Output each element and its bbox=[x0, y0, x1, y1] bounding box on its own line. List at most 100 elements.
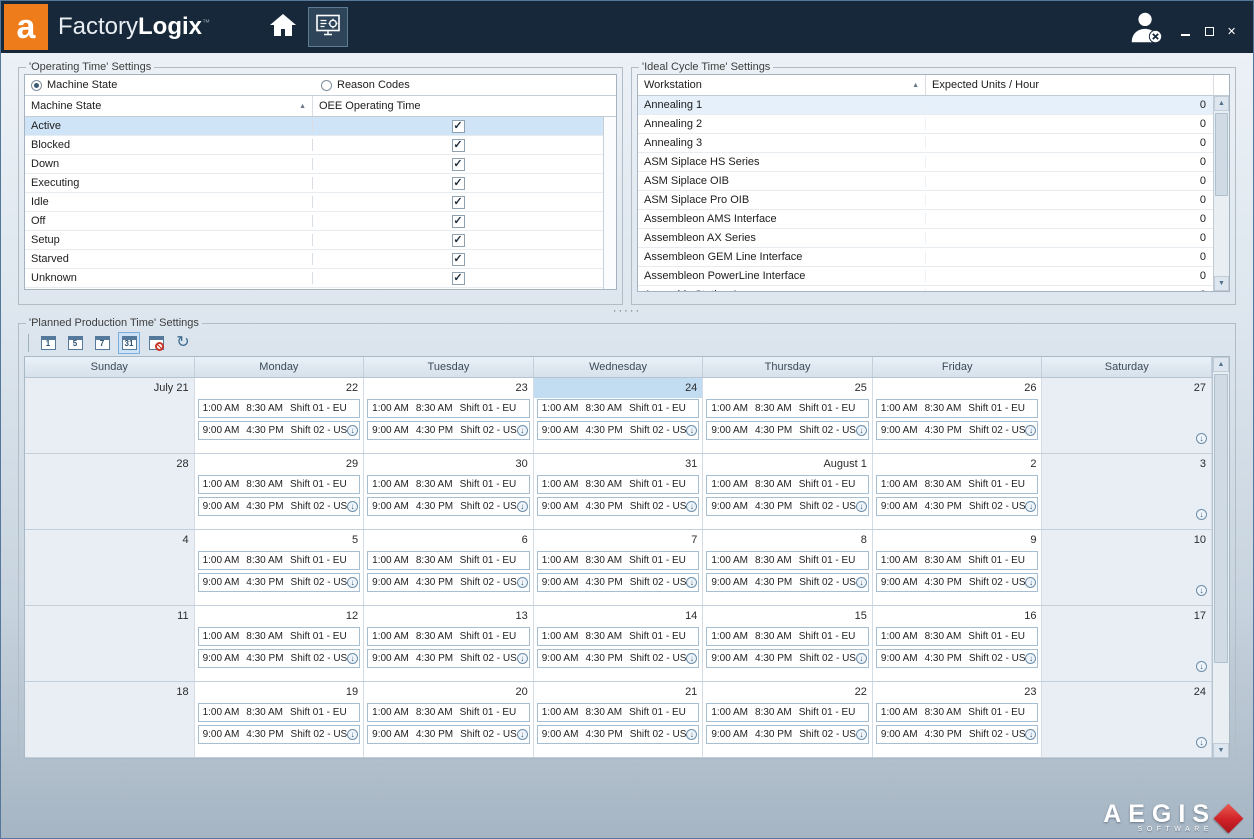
calendar-day-cell[interactable]: 221:00 AM8:30 AMShift 01 - EU9:00 AM4:30… bbox=[703, 682, 873, 757]
shift-more-icon[interactable]: ↓ bbox=[517, 729, 528, 740]
shift-entry-1[interactable]: 1:00 AM8:30 AMShift 01 - EU bbox=[537, 475, 700, 494]
oee-checkbox[interactable]: ✓ bbox=[452, 234, 465, 247]
shift-entry-2[interactable]: 9:00 AM4:30 PMShift 02 - US↓ bbox=[706, 497, 869, 516]
calendar-day-cell[interactable]: 231:00 AM8:30 AMShift 01 - EU9:00 AM4:30… bbox=[873, 682, 1043, 757]
workstation-row[interactable]: Annealing 20 bbox=[638, 115, 1213, 134]
calendar-day-cell[interactable]: 241:00 AM8:30 AMShift 01 - EU9:00 AM4:30… bbox=[534, 378, 704, 453]
calendar-day-cell[interactable]: August 11:00 AM8:30 AMShift 01 - EU9:00 … bbox=[703, 454, 873, 529]
shift-entry-1[interactable]: 1:00 AM8:30 AMShift 01 - EU bbox=[198, 475, 361, 494]
minimize-icon[interactable] bbox=[1179, 25, 1193, 39]
shift-entry-2[interactable]: 9:00 AM4:30 PMShift 02 - US↓ bbox=[537, 421, 700, 440]
day-of-week-header[interactable]: Tuesday bbox=[364, 357, 534, 377]
shift-entry-2[interactable]: 9:00 AM4:30 PMShift 02 - US↓ bbox=[876, 573, 1039, 592]
shift-entry-1[interactable]: 1:00 AM8:30 AMShift 01 - EU bbox=[876, 475, 1039, 494]
shift-entry-2[interactable]: 9:00 AM4:30 PMShift 02 - US↓ bbox=[876, 421, 1039, 440]
expected-units-column-header[interactable]: Expected Units / Hour bbox=[926, 75, 1213, 95]
calendar-day-cell[interactable]: 291:00 AM8:30 AMShift 01 - EU9:00 AM4:30… bbox=[195, 454, 365, 529]
workstation-row[interactable]: Assembly Station 10 bbox=[638, 286, 1213, 291]
more-shifts-icon[interactable]: ↓ bbox=[1196, 433, 1207, 444]
oee-checkbox[interactable]: ✓ bbox=[452, 253, 465, 266]
oee-checkbox[interactable]: ✓ bbox=[452, 177, 465, 190]
shift-more-icon[interactable]: ↓ bbox=[347, 425, 358, 436]
calendar-day-cell[interactable]: 4 bbox=[25, 530, 195, 605]
shift-entry-1[interactable]: 1:00 AM8:30 AMShift 01 - EU bbox=[367, 703, 530, 722]
shift-more-icon[interactable]: ↓ bbox=[686, 577, 697, 588]
shift-entry-2[interactable]: 9:00 AM4:30 PMShift 02 - US↓ bbox=[537, 497, 700, 516]
calendar-day-cell[interactable]: 131:00 AM8:30 AMShift 01 - EU9:00 AM4:30… bbox=[364, 606, 534, 681]
shift-more-icon[interactable]: ↓ bbox=[1025, 425, 1036, 436]
shift-entry-1[interactable]: 1:00 AM8:30 AMShift 01 - EU bbox=[198, 627, 361, 646]
shift-entry-2[interactable]: 9:00 AM4:30 PMShift 02 - US↓ bbox=[706, 421, 869, 440]
machine-state-row[interactable]: Idle✓ bbox=[25, 193, 603, 212]
day-of-week-header[interactable]: Sunday bbox=[25, 357, 195, 377]
shift-entry-1[interactable]: 1:00 AM8:30 AMShift 01 - EU bbox=[706, 475, 869, 494]
shift-entry-2[interactable]: 9:00 AM4:30 PMShift 02 - US↓ bbox=[367, 649, 530, 668]
shift-more-icon[interactable]: ↓ bbox=[517, 577, 528, 588]
scroll-up-icon[interactable]: ▲ bbox=[1213, 357, 1229, 372]
reason-codes-radio[interactable]: Reason Codes bbox=[321, 79, 410, 91]
shift-more-icon[interactable]: ↓ bbox=[856, 501, 867, 512]
shift-entry-1[interactable]: 1:00 AM8:30 AMShift 01 - EU bbox=[706, 399, 869, 418]
recurrence-button[interactable]: ↻ bbox=[172, 332, 194, 354]
shift-entry-1[interactable]: 1:00 AM8:30 AMShift 01 - EU bbox=[876, 399, 1039, 418]
shift-entry-1[interactable]: 1:00 AM8:30 AMShift 01 - EU bbox=[537, 399, 700, 418]
machine-state-row[interactable]: Unknown✓ bbox=[25, 269, 603, 288]
shift-entry-1[interactable]: 1:00 AM8:30 AMShift 01 - EU bbox=[367, 551, 530, 570]
shift-entry-1[interactable]: 1:00 AM8:30 AMShift 01 - EU bbox=[367, 475, 530, 494]
calendar-day-cell[interactable]: 201:00 AM8:30 AMShift 01 - EU9:00 AM4:30… bbox=[364, 682, 534, 757]
shift-more-icon[interactable]: ↓ bbox=[686, 653, 697, 664]
shift-more-icon[interactable]: ↓ bbox=[517, 501, 528, 512]
week-view-button[interactable]: 7 bbox=[91, 332, 113, 354]
machine-state-row[interactable]: Down✓ bbox=[25, 155, 603, 174]
scroll-down-icon[interactable]: ▼ bbox=[1213, 743, 1229, 758]
shift-entry-1[interactable]: 1:00 AM8:30 AMShift 01 - EU bbox=[706, 551, 869, 570]
calendar-day-cell[interactable]: 301:00 AM8:30 AMShift 01 - EU9:00 AM4:30… bbox=[364, 454, 534, 529]
more-shifts-icon[interactable]: ↓ bbox=[1196, 509, 1207, 520]
shift-entry-2[interactable]: 9:00 AM4:30 PMShift 02 - US↓ bbox=[537, 725, 700, 744]
shift-more-icon[interactable]: ↓ bbox=[686, 729, 697, 740]
scroll-down-icon[interactable]: ▼ bbox=[1214, 276, 1229, 291]
workstation-row[interactable]: Assembleon PowerLine Interface0 bbox=[638, 267, 1213, 286]
machine-state-row[interactable]: Blocked✓ bbox=[25, 136, 603, 155]
oee-checkbox[interactable]: ✓ bbox=[452, 196, 465, 209]
exceptions-button[interactable] bbox=[145, 332, 167, 354]
calendar-day-cell[interactable]: 71:00 AM8:30 AMShift 01 - EU9:00 AM4:30 … bbox=[534, 530, 704, 605]
shift-entry-2[interactable]: 9:00 AM4:30 PMShift 02 - US↓ bbox=[198, 649, 361, 668]
workstation-row[interactable]: Assembleon AX Series0 bbox=[638, 229, 1213, 248]
calendar-day-cell[interactable]: 18 bbox=[25, 682, 195, 757]
workstation-row[interactable]: Annealing 30 bbox=[638, 134, 1213, 153]
oee-checkbox[interactable]: ✓ bbox=[452, 139, 465, 152]
scrollbar-track[interactable] bbox=[1213, 372, 1229, 743]
shift-entry-1[interactable]: 1:00 AM8:30 AMShift 01 - EU bbox=[537, 703, 700, 722]
user-logout-button[interactable] bbox=[1127, 8, 1165, 46]
calendar-day-cell[interactable]: 191:00 AM8:30 AMShift 01 - EU9:00 AM4:30… bbox=[195, 682, 365, 757]
machine-state-radio[interactable]: Machine State bbox=[31, 79, 321, 91]
shift-entry-2[interactable]: 9:00 AM4:30 PMShift 02 - US↓ bbox=[876, 649, 1039, 668]
shift-more-icon[interactable]: ↓ bbox=[1025, 501, 1036, 512]
shift-entry-1[interactable]: 1:00 AM8:30 AMShift 01 - EU bbox=[198, 399, 361, 418]
calendar-day-cell[interactable]: July 21 bbox=[25, 378, 195, 453]
shift-entry-1[interactable]: 1:00 AM8:30 AMShift 01 - EU bbox=[367, 399, 530, 418]
workstation-row[interactable]: Assembleon GEM Line Interface0 bbox=[638, 248, 1213, 267]
calendar-day-cell[interactable]: 231:00 AM8:30 AMShift 01 - EU9:00 AM4:30… bbox=[364, 378, 534, 453]
day-of-week-header[interactable]: Saturday bbox=[1042, 357, 1212, 377]
oee-checkbox[interactable]: ✓ bbox=[452, 158, 465, 171]
shift-entry-1[interactable]: 1:00 AM8:30 AMShift 01 - EU bbox=[198, 703, 361, 722]
shift-more-icon[interactable]: ↓ bbox=[517, 425, 528, 436]
work-week-view-button[interactable]: 5 bbox=[64, 332, 86, 354]
workstation-row[interactable]: ASM Siplace HS Series0 bbox=[638, 153, 1213, 172]
workstation-row[interactable]: ASM Siplace Pro OIB0 bbox=[638, 191, 1213, 210]
shift-more-icon[interactable]: ↓ bbox=[856, 729, 867, 740]
calendar-day-cell[interactable]: 24↓ bbox=[1042, 682, 1212, 757]
workstation-row[interactable]: Assembleon AMS Interface0 bbox=[638, 210, 1213, 229]
maximize-icon[interactable] bbox=[1203, 25, 1217, 39]
oee-checkbox[interactable]: ✓ bbox=[452, 120, 465, 133]
day-of-week-header[interactable]: Thursday bbox=[703, 357, 873, 377]
shift-entry-2[interactable]: 9:00 AM4:30 PMShift 02 - US↓ bbox=[706, 725, 869, 744]
more-shifts-icon[interactable]: ↓ bbox=[1196, 737, 1207, 748]
calendar-day-cell[interactable]: 28 bbox=[25, 454, 195, 529]
shift-entry-2[interactable]: 9:00 AM4:30 PMShift 02 - US↓ bbox=[367, 725, 530, 744]
shift-entry-2[interactable]: 9:00 AM4:30 PMShift 02 - US↓ bbox=[876, 725, 1039, 744]
vertical-scrollbar[interactable]: ▲ ▼ bbox=[1213, 96, 1229, 291]
home-button[interactable] bbox=[262, 6, 304, 48]
